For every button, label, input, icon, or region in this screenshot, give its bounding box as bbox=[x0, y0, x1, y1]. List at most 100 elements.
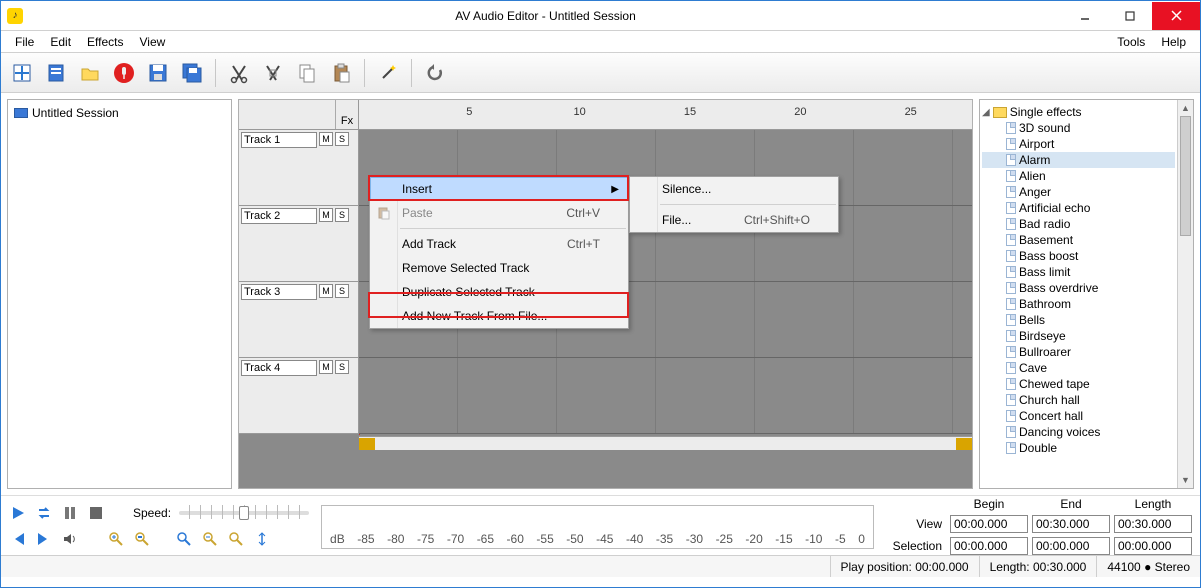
zoom-all-button[interactable] bbox=[227, 530, 245, 548]
track-name-input[interactable] bbox=[241, 360, 317, 376]
speed-thumb[interactable] bbox=[239, 506, 249, 520]
effect-item[interactable]: Anger bbox=[982, 184, 1175, 200]
stop-button[interactable] bbox=[87, 504, 105, 522]
solo-button[interactable]: S bbox=[335, 284, 349, 298]
paste-button[interactable] bbox=[326, 58, 356, 88]
effect-item[interactable]: Chewed tape bbox=[982, 376, 1175, 392]
effect-item[interactable]: Cave bbox=[982, 360, 1175, 376]
menu-add-track[interactable]: Add Track Ctrl+T bbox=[370, 232, 628, 256]
zoom-in-button[interactable] bbox=[107, 530, 125, 548]
menu-file[interactable]: File bbox=[7, 33, 42, 51]
new-session-button[interactable] bbox=[7, 58, 37, 88]
close-button[interactable] bbox=[1152, 2, 1200, 30]
effect-item[interactable]: Basement bbox=[982, 232, 1175, 248]
volume-button[interactable] bbox=[61, 530, 79, 548]
solo-button[interactable]: S bbox=[335, 360, 349, 374]
scroll-handle-left[interactable] bbox=[359, 438, 375, 450]
effect-label: Bathroom bbox=[1019, 297, 1071, 311]
selection-begin-input[interactable] bbox=[950, 537, 1028, 555]
horizontal-scrollbar[interactable] bbox=[359, 436, 972, 450]
copy-button[interactable] bbox=[292, 58, 322, 88]
undo-button[interactable] bbox=[420, 58, 450, 88]
submenu-silence[interactable]: Silence... bbox=[630, 177, 838, 201]
menu-duplicate-track[interactable]: Duplicate Selected Track bbox=[370, 280, 628, 304]
crop-button[interactable] bbox=[258, 58, 288, 88]
scroll-thumb[interactable] bbox=[1180, 116, 1191, 236]
selection-length-input[interactable] bbox=[1114, 537, 1192, 555]
mute-button[interactable]: M bbox=[319, 132, 333, 146]
tree-root[interactable]: ◢ Single effects bbox=[982, 104, 1175, 120]
view-begin-input[interactable] bbox=[950, 515, 1028, 533]
effect-item[interactable]: Birdseye bbox=[982, 328, 1175, 344]
effects-scrollbar[interactable]: ▲ ▼ bbox=[1177, 100, 1193, 488]
pause-button[interactable] bbox=[61, 504, 79, 522]
time-ruler[interactable]: 5 10 15 20 25 bbox=[359, 100, 972, 130]
track-name-input[interactable] bbox=[241, 132, 317, 148]
goto-end-button[interactable] bbox=[35, 530, 53, 548]
effect-item[interactable]: 3D sound bbox=[982, 120, 1175, 136]
effect-item[interactable]: Bells bbox=[982, 312, 1175, 328]
menu-add-track-from-file[interactable]: Add New Track From File... bbox=[370, 304, 628, 328]
menu-edit[interactable]: Edit bbox=[42, 33, 79, 51]
track-name-input[interactable] bbox=[241, 208, 317, 224]
effect-item[interactable]: Artificial echo bbox=[982, 200, 1175, 216]
effect-item[interactable]: Alien bbox=[982, 168, 1175, 184]
mute-button[interactable]: M bbox=[319, 360, 333, 374]
zoom-fit-button[interactable] bbox=[133, 530, 151, 548]
effect-item[interactable]: Bad radio bbox=[982, 216, 1175, 232]
view-length-input[interactable] bbox=[1114, 515, 1192, 533]
minimize-button[interactable] bbox=[1062, 2, 1107, 30]
effect-item[interactable]: Double bbox=[982, 440, 1175, 456]
selection-end-input[interactable] bbox=[1032, 537, 1110, 555]
effect-item[interactable]: Bass limit bbox=[982, 264, 1175, 280]
new-file-button[interactable] bbox=[41, 58, 71, 88]
play-button[interactable] bbox=[9, 504, 27, 522]
save-button[interactable] bbox=[143, 58, 173, 88]
track-name-input[interactable] bbox=[241, 284, 317, 300]
menu-help[interactable]: Help bbox=[1153, 33, 1194, 51]
effect-item[interactable]: Concert hall bbox=[982, 408, 1175, 424]
effect-item[interactable]: Bullroarer bbox=[982, 344, 1175, 360]
session-item[interactable]: Untitled Session bbox=[12, 104, 227, 122]
record-button[interactable] bbox=[109, 58, 139, 88]
effect-item[interactable]: Bathroom bbox=[982, 296, 1175, 312]
loop-button[interactable] bbox=[35, 504, 53, 522]
effects-wand-button[interactable] bbox=[373, 58, 403, 88]
zoom-selection-button[interactable] bbox=[175, 530, 193, 548]
menu-insert[interactable]: Insert ▶ bbox=[370, 177, 628, 201]
mute-button[interactable]: M bbox=[319, 208, 333, 222]
menu-effects[interactable]: Effects bbox=[79, 33, 131, 51]
mute-button[interactable]: M bbox=[319, 284, 333, 298]
cut-button[interactable] bbox=[224, 58, 254, 88]
tree-collapse-icon[interactable]: ◢ bbox=[982, 107, 990, 118]
goto-start-button[interactable] bbox=[9, 530, 27, 548]
menu-view[interactable]: View bbox=[132, 33, 174, 51]
effect-item[interactable]: Church hall bbox=[982, 392, 1175, 408]
db-tick: dB bbox=[330, 532, 345, 546]
effect-item[interactable]: Dancing voices bbox=[982, 424, 1175, 440]
begin-header: Begin bbox=[950, 497, 1028, 511]
db-tick: -50 bbox=[566, 532, 583, 546]
menu-tools[interactable]: Tools bbox=[1109, 33, 1153, 51]
save-all-button[interactable] bbox=[177, 58, 207, 88]
menu-remove-track[interactable]: Remove Selected Track bbox=[370, 256, 628, 280]
view-end-input[interactable] bbox=[1032, 515, 1110, 533]
zoom-out-button[interactable] bbox=[201, 530, 219, 548]
scroll-up-icon[interactable]: ▲ bbox=[1178, 100, 1193, 116]
effect-item[interactable]: Bass boost bbox=[982, 248, 1175, 264]
speed-slider[interactable] bbox=[179, 511, 309, 515]
effects-tree[interactable]: ◢ Single effects 3D soundAirportAlarmAli… bbox=[980, 100, 1177, 488]
solo-button[interactable]: S bbox=[335, 208, 349, 222]
effect-item[interactable]: Bass overdrive bbox=[982, 280, 1175, 296]
solo-button[interactable]: S bbox=[335, 132, 349, 146]
track-lane[interactable] bbox=[359, 358, 972, 434]
menu-paste[interactable]: Paste Ctrl+V bbox=[370, 201, 628, 225]
effect-item[interactable]: Alarm bbox=[982, 152, 1175, 168]
open-button[interactable] bbox=[75, 58, 105, 88]
scroll-down-icon[interactable]: ▼ bbox=[1178, 472, 1193, 488]
scroll-handle-right[interactable] bbox=[956, 438, 972, 450]
effect-item[interactable]: Airport bbox=[982, 136, 1175, 152]
maximize-button[interactable] bbox=[1107, 2, 1152, 30]
submenu-file[interactable]: File... Ctrl+Shift+O bbox=[630, 208, 838, 232]
zoom-vertical-button[interactable] bbox=[253, 530, 271, 548]
